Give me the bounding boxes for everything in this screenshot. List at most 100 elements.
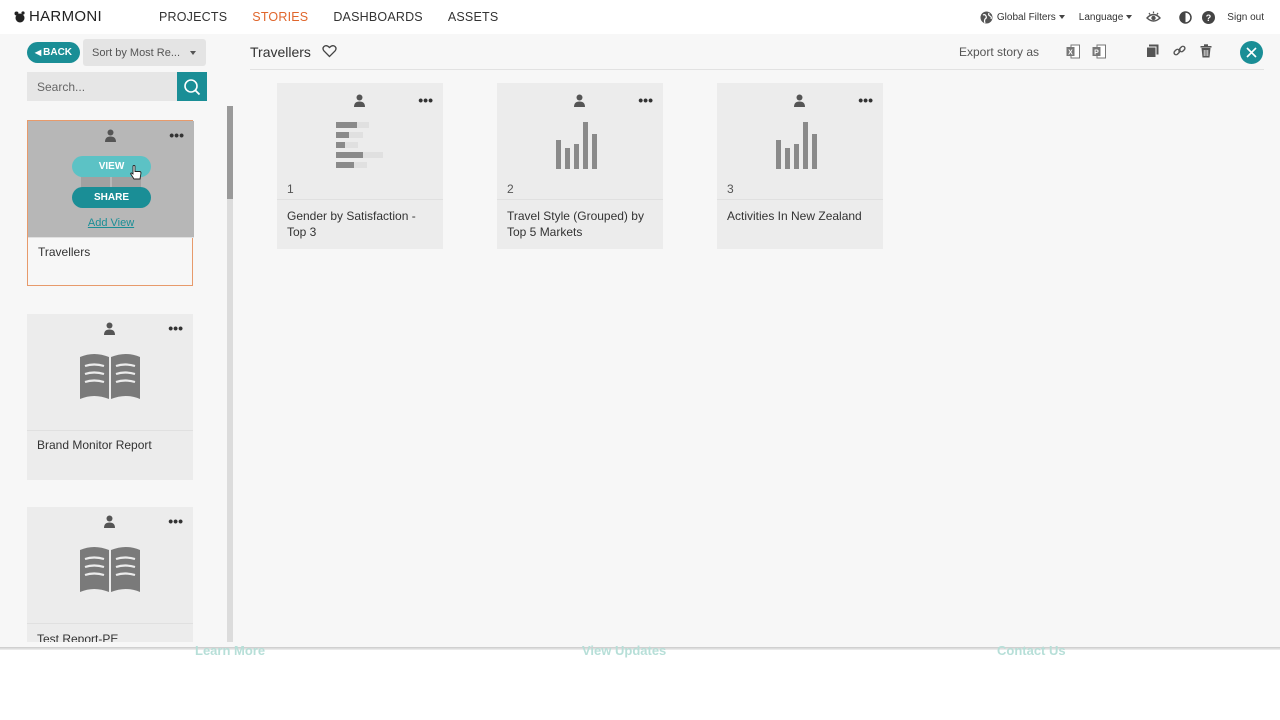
sort-dropdown[interactable]: Sort by Most Re... [83, 39, 206, 66]
book-icon [80, 547, 140, 592]
language-label: Language [1078, 11, 1124, 23]
chevron-down-icon [1126, 15, 1133, 19]
search-icon [184, 78, 201, 95]
story-title: Travellers [38, 245, 91, 259]
nav-projects[interactable]: PROJECTS [159, 10, 227, 24]
user-icon [104, 322, 115, 335]
link-icon[interactable] [1173, 44, 1186, 57]
more-options-icon[interactable]: ••• [168, 514, 183, 528]
language-dropdown[interactable]: Language [1079, 12, 1133, 23]
story-heading: Travellers [250, 44, 311, 60]
card-divider [28, 237, 194, 238]
card-divider [277, 199, 443, 200]
contrast-icon [1179, 10, 1193, 24]
back-label: BACK [43, 47, 73, 58]
story-card-brand-monitor-report[interactable]: ••• Brand Monitor Report [27, 314, 193, 480]
view-thumbnail: ••• 1 [277, 83, 443, 199]
global-filters-label: Global Filters [996, 11, 1056, 23]
learn-more-link[interactable]: Learn More [195, 643, 265, 658]
view-number: 3 [727, 182, 734, 196]
user-icon [104, 515, 115, 528]
more-options-icon[interactable]: ••• [638, 93, 653, 107]
story-thumbnail: ••• [27, 507, 193, 623]
header-divider [250, 69, 1264, 70]
chevron-down-icon [190, 51, 196, 55]
main-panel: ◀ BACK Sort by Most Re... ••• [0, 34, 1280, 648]
more-options-icon[interactable]: ••• [169, 128, 184, 142]
story-sidebar: ◀ BACK Sort by Most Re... ••• [0, 34, 233, 642]
card-divider [27, 430, 193, 431]
svg-text:X: X [1068, 50, 1073, 57]
story-title: Brand Monitor Report [37, 438, 152, 452]
user-icon [105, 129, 116, 142]
view-card[interactable]: ••• 1 Gender by Satisfaction - Top 3 [277, 83, 443, 249]
nav-dashboards[interactable]: DASHBOARDS [333, 10, 423, 24]
share-button[interactable]: SHARE [72, 187, 151, 208]
story-content: Travellers Export story as X P ••• 1 Gen… [233, 34, 1280, 648]
excel-export-icon[interactable]: X [1066, 44, 1080, 59]
trash-icon[interactable] [1200, 44, 1212, 58]
more-options-icon[interactable]: ••• [168, 321, 183, 335]
more-options-icon[interactable]: ••• [418, 93, 433, 107]
more-options-icon[interactable]: ••• [858, 93, 873, 107]
nav-right: Global Filters Language ? Sign out [966, 0, 1264, 34]
vertical-bar-chart-icon [556, 122, 597, 169]
card-divider [27, 623, 193, 624]
help-icon: ? [1202, 10, 1216, 24]
chevron-left-icon: ◀ [34, 48, 42, 57]
view-title: Activities In New Zealand [727, 209, 862, 223]
book-icon [80, 354, 140, 399]
main-nav: PROJECTS STORIES DASHBOARDS ASSETS [159, 0, 523, 34]
search-button[interactable] [177, 72, 207, 101]
view-updates-link[interactable]: View Updates [582, 643, 666, 658]
page-footer: Learn More View Updates Contact Us [0, 643, 1280, 720]
heart-icon[interactable] [322, 44, 337, 58]
story-thumbnail: ••• [27, 314, 193, 430]
hand-cursor-icon [130, 165, 142, 180]
top-navigation: HARMONI PROJECTS STORIES DASHBOARDS ASSE… [0, 0, 1280, 34]
story-title: Test Report-PE [37, 632, 119, 642]
search-input[interactable] [27, 72, 177, 101]
view-thumbnail: ••• 3 [717, 83, 883, 199]
svg-text:?: ? [1206, 13, 1212, 23]
eye-icon [1146, 11, 1162, 22]
view-card[interactable]: ••• 2 Travel Style (Grouped) by Top 5 Ma… [497, 83, 663, 249]
add-view-link[interactable]: Add View [28, 217, 194, 229]
duplicate-icon[interactable] [1146, 44, 1159, 58]
view-title: Gender by Satisfaction - Top 3 [287, 209, 416, 239]
global-filters-dropdown[interactable]: Global Filters [980, 11, 1065, 24]
close-button[interactable] [1240, 41, 1263, 64]
story-card-travellers[interactable]: ••• VIEW SHARE Add View Travellers [27, 120, 194, 286]
vertical-bar-chart-icon [776, 122, 817, 169]
story-thumbnail: ••• VIEW SHARE Add View [28, 121, 194, 237]
view-thumbnail: ••• 2 [497, 83, 663, 199]
brand-name: HARMONI [29, 8, 102, 25]
close-icon [1246, 47, 1257, 58]
sort-label: Sort by Most Re... [92, 46, 181, 59]
view-title: Travel Style (Grouped) by Top 5 Markets [507, 209, 644, 239]
story-card-test-report-pe[interactable]: ••• Test Report-PE [27, 507, 193, 642]
nav-assets[interactable]: ASSETS [448, 10, 499, 24]
visibility-toggle[interactable] [1146, 11, 1162, 23]
sign-out-label: Sign out [1227, 11, 1264, 23]
export-label: Export story as [959, 45, 1040, 59]
card-divider [717, 199, 883, 200]
back-button[interactable]: ◀ BACK [27, 42, 80, 63]
harmoni-logo[interactable]: HARMONI [13, 8, 102, 25]
svg-text:P: P [1094, 50, 1099, 57]
globe-icon [980, 11, 993, 23]
help-button[interactable]: ? [1202, 10, 1216, 24]
horizontal-bar-chart-icon [336, 122, 383, 168]
chevron-down-icon [1058, 15, 1065, 19]
view-card[interactable]: ••• 3 Activities In New Zealand [717, 83, 883, 249]
nav-stories[interactable]: STORIES [252, 10, 308, 24]
contrast-toggle[interactable] [1179, 10, 1193, 24]
user-icon [574, 94, 585, 107]
powerpoint-export-icon[interactable]: P [1092, 44, 1106, 59]
sign-out-link[interactable]: Sign out [1227, 12, 1264, 23]
logo-mark-icon [14, 10, 25, 22]
user-icon [354, 94, 365, 107]
contact-us-link[interactable]: Contact Us [997, 643, 1066, 658]
card-divider [497, 199, 663, 200]
view-number: 1 [287, 182, 294, 196]
